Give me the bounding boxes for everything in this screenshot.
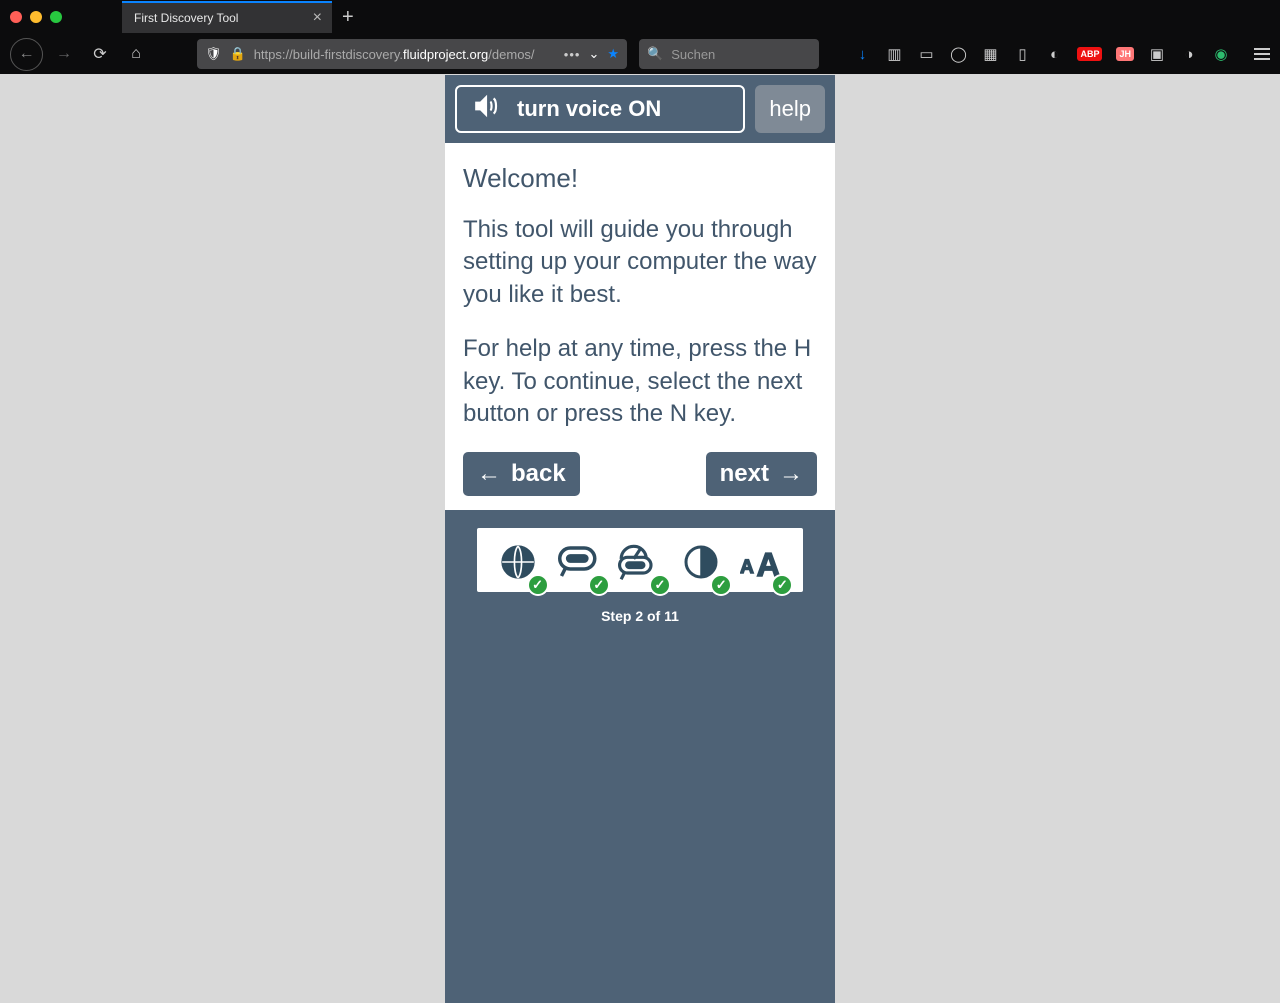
search-placeholder: Suchen [671, 47, 715, 62]
progress-text-size-icon[interactable]: AA ✓ [733, 536, 791, 588]
check-icon: ✓ [771, 574, 793, 596]
shield-icon: 🛡 [205, 46, 222, 62]
nav-forward-button[interactable]: → [49, 39, 79, 69]
step-indicator: Step 2 of 11 [477, 608, 803, 624]
reload-button[interactable]: ⟳ [85, 39, 115, 69]
page-viewport: turn voice ON help Welcome! This tool wi… [0, 74, 1280, 1003]
reader-icon[interactable]: ▭ [917, 45, 935, 63]
first-discovery-widget: turn voice ON help Welcome! This tool wi… [445, 75, 835, 1003]
jh-icon[interactable]: JH [1116, 47, 1134, 61]
progress-contrast-icon[interactable]: ✓ [672, 536, 730, 588]
svg-text:A: A [740, 557, 754, 578]
widget-header: turn voice ON help [445, 75, 835, 143]
progress-icon-row: ✓ ✓ ✓ ✓ AA ✓ [477, 528, 803, 592]
app-menu-button[interactable] [1254, 48, 1270, 60]
arrow-left-icon: ← [477, 460, 501, 488]
browser-chrome: First Discovery Tool × + ← → ⟳ ⌂ 🛡 🔒 htt… [0, 0, 1280, 74]
ext-icon-6[interactable]: ◉ [1212, 45, 1230, 63]
window-controls [10, 11, 62, 23]
check-icon: ✓ [710, 574, 732, 596]
widget-footer: ✓ ✓ ✓ ✓ AA ✓ Step 2 of [445, 510, 835, 634]
voice-toggle-label: turn voice ON [517, 96, 661, 122]
check-icon: ✓ [527, 574, 549, 596]
window-zoom-button[interactable] [50, 11, 62, 23]
lock-icon: 🔒 [230, 46, 246, 62]
search-bar[interactable]: 🔍 Suchen [639, 39, 819, 69]
tab-bar: First Discovery Tool × + [0, 0, 1280, 34]
arrow-right-icon: → [779, 460, 803, 488]
ext-icon-2[interactable]: ▯ [1013, 45, 1031, 63]
account-icon[interactable]: ◯ [949, 45, 967, 63]
downloads-icon[interactable]: ↓ [853, 45, 871, 63]
progress-language-icon[interactable]: ✓ [489, 536, 547, 588]
new-tab-button[interactable]: + [342, 6, 354, 29]
toolbar-extensions: ↓ ▥ ▭ ◯ ▦ ▯ ◐ ABP JH ▣ ◑ ◉ [853, 45, 1270, 63]
ext-icon-5[interactable]: ◑ [1180, 45, 1198, 63]
intro-paragraph: This tool will guide you through setting… [463, 214, 817, 311]
tab-title: First Discovery Tool [134, 11, 238, 25]
progress-audio-icon[interactable]: ✓ [550, 536, 608, 588]
check-icon: ✓ [649, 574, 671, 596]
bookmark-star-icon[interactable]: ★ [607, 46, 619, 62]
address-bar[interactable]: 🛡 🔒 https://build-firstdiscovery.fluidpr… [197, 39, 627, 69]
search-icon: 🔍 [647, 46, 663, 62]
ext-icon-4[interactable]: ▣ [1148, 45, 1166, 63]
next-button-label: next [720, 460, 769, 488]
welcome-heading: Welcome! [463, 163, 817, 194]
next-button[interactable]: next → [706, 452, 817, 496]
home-button[interactable]: ⌂ [121, 39, 151, 69]
back-button-label: back [511, 460, 566, 488]
page-actions-icon[interactable]: ••• [564, 47, 581, 62]
voice-toggle-button[interactable]: turn voice ON [455, 85, 745, 133]
widget-body: Welcome! This tool will guide you throug… [445, 143, 835, 510]
window-minimize-button[interactable] [30, 11, 42, 23]
tab-close-icon[interactable]: × [313, 9, 322, 27]
help-paragraph: For help at any time, press the H key. T… [463, 333, 817, 430]
library-icon[interactable]: ▥ [885, 45, 903, 63]
progress-speech-rate-icon[interactable]: ✓ [611, 536, 669, 588]
back-button[interactable]: ← back [463, 452, 580, 496]
ext-icon-3[interactable]: ◐ [1045, 45, 1063, 63]
url-text: https://build-firstdiscovery.fluidprojec… [254, 47, 535, 62]
adblock-icon[interactable]: ABP [1077, 47, 1102, 61]
speaker-icon [473, 93, 499, 125]
help-button-label: help [769, 96, 811, 121]
check-icon: ✓ [588, 574, 610, 596]
browser-tab[interactable]: First Discovery Tool × [122, 1, 332, 33]
nav-back-button[interactable]: ← [10, 38, 43, 71]
browser-toolbar: ← → ⟳ ⌂ 🛡 🔒 https://build-firstdiscovery… [0, 34, 1280, 74]
help-button[interactable]: help [755, 85, 825, 133]
pocket-icon[interactable]: ⌄ [588, 46, 599, 62]
ext-icon-1[interactable]: ▦ [981, 45, 999, 63]
window-close-button[interactable] [10, 11, 22, 23]
nav-buttons: ← back next → [463, 452, 817, 496]
